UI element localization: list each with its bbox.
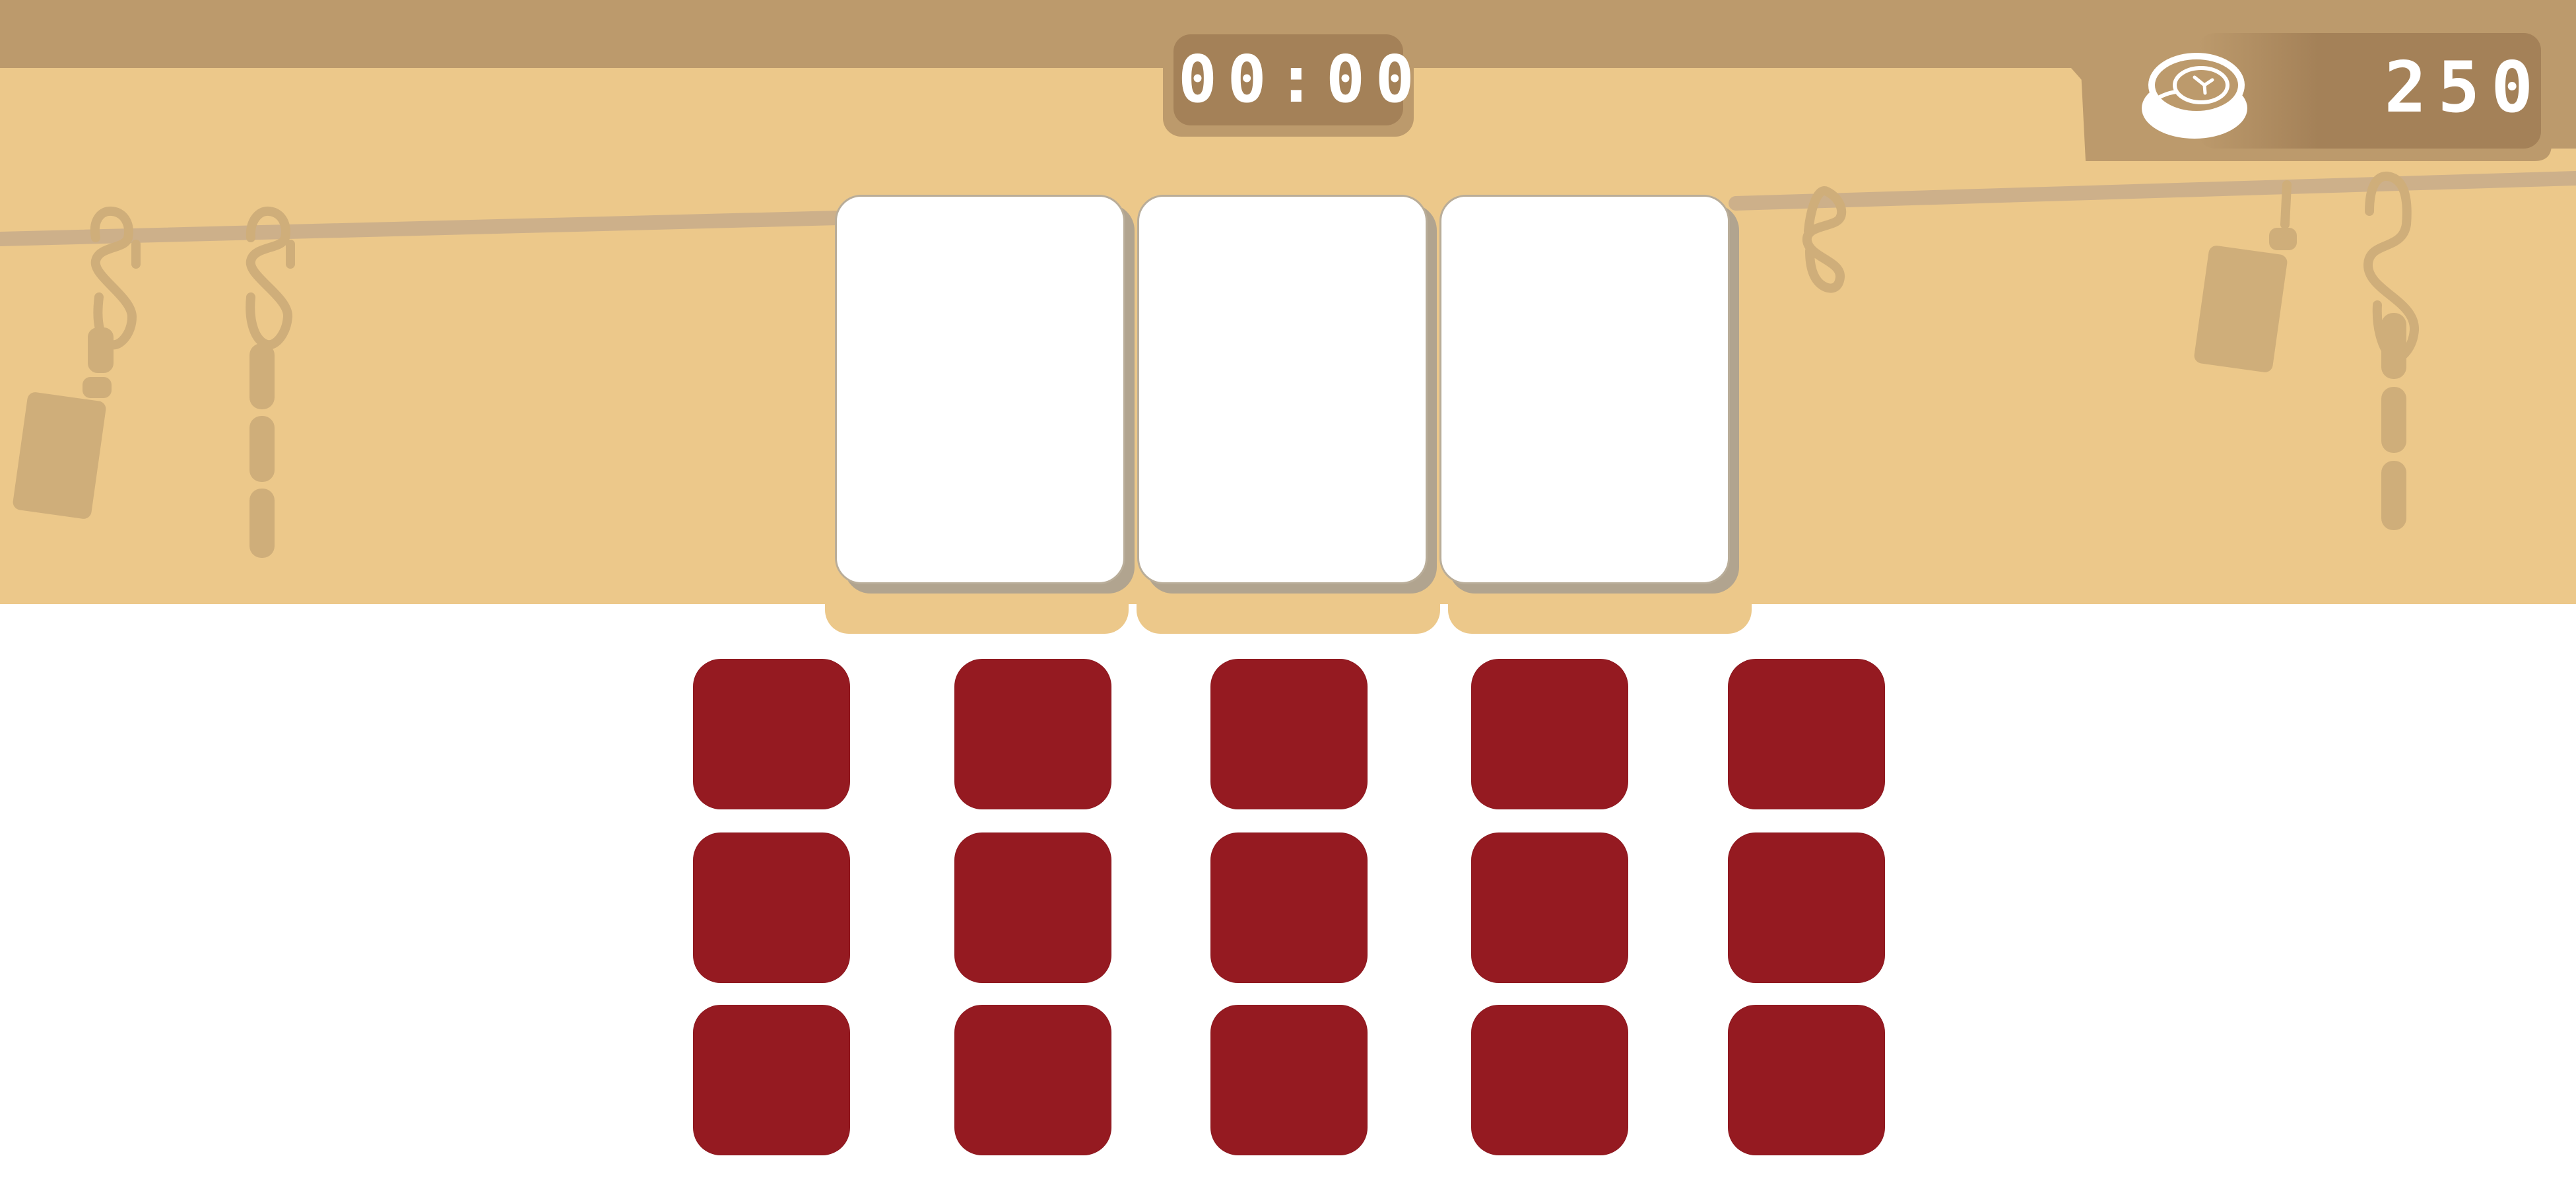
memory-tile[interactable] bbox=[1728, 832, 1885, 983]
card-slot-1[interactable] bbox=[835, 195, 1125, 584]
chain-right bbox=[2381, 313, 2406, 530]
card-slot-2[interactable] bbox=[1137, 195, 1428, 584]
timer-display: 00:00 bbox=[1178, 42, 1425, 118]
memory-tile[interactable] bbox=[954, 832, 1111, 983]
chain-left bbox=[249, 343, 275, 558]
memory-tile[interactable] bbox=[1210, 832, 1368, 983]
memory-tile[interactable] bbox=[1210, 659, 1368, 809]
memory-tile[interactable] bbox=[1210, 1005, 1368, 1155]
meat-steak-icon bbox=[2142, 53, 2247, 139]
memory-tile[interactable] bbox=[693, 659, 850, 809]
memory-tile[interactable] bbox=[954, 659, 1111, 809]
memory-tile[interactable] bbox=[693, 832, 850, 983]
score-display: 250 bbox=[2384, 47, 2544, 128]
memory-tile[interactable] bbox=[1728, 659, 1885, 809]
game-scene: 00:00 250 bbox=[0, 0, 2576, 1189]
memory-tile[interactable] bbox=[1471, 659, 1628, 809]
memory-tile[interactable] bbox=[1471, 832, 1628, 983]
slot-tray-3 bbox=[1448, 581, 1752, 634]
memory-tile[interactable] bbox=[1471, 1005, 1628, 1155]
memory-tile[interactable] bbox=[954, 1005, 1111, 1155]
hanging-tag-left bbox=[13, 392, 106, 519]
slot-tray-2 bbox=[1137, 581, 1440, 634]
memory-tile[interactable] bbox=[693, 1005, 850, 1155]
slot-tray-1 bbox=[825, 581, 1129, 634]
card-slot-3[interactable] bbox=[1439, 195, 1730, 584]
memory-tile[interactable] bbox=[1728, 1005, 1885, 1155]
hanging-tag-right bbox=[2194, 246, 2288, 372]
